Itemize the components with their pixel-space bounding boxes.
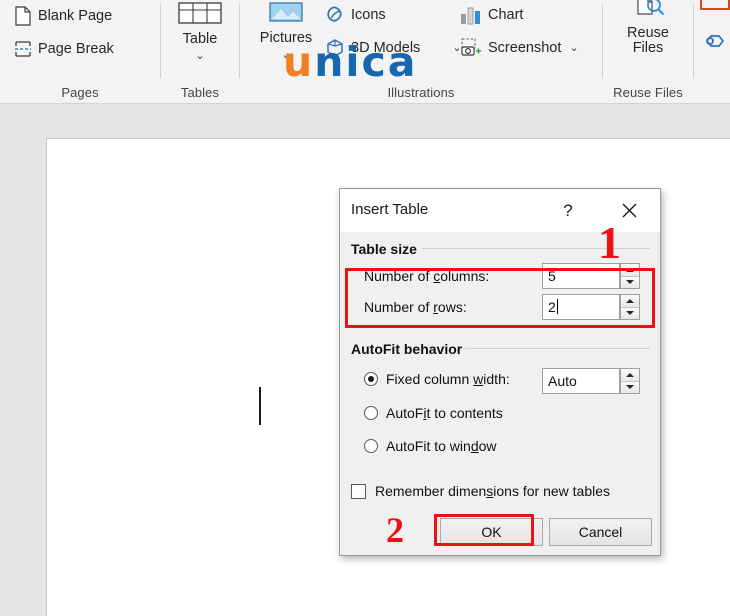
insert-table-dialog: Insert Table ? Table size Number of colu…	[339, 188, 661, 556]
dialog-title-bar: Insert Table ?	[340, 189, 660, 232]
close-icon[interactable]	[615, 198, 643, 224]
pictures-icon	[269, 2, 303, 24]
radio-button-icon[interactable]	[364, 406, 378, 420]
screenshot-icon	[460, 38, 482, 58]
ribbon-button-3d-models[interactable]: 3D Models ⌄	[325, 38, 462, 58]
ribbon-separator	[693, 4, 694, 78]
rows-value: 2	[548, 299, 556, 315]
triangle-down-icon	[626, 280, 634, 285]
blank-page-icon	[14, 6, 32, 26]
ribbon-button-reuse-files-line1: Reuse	[627, 25, 669, 41]
columns-label: Number of columns:	[364, 268, 490, 284]
triangle-up-icon	[626, 372, 634, 377]
partial-ribbon-icon-top[interactable]	[700, 0, 730, 10]
partial-smartart-icon[interactable]	[702, 28, 728, 59]
ribbon-button-chart-label: Chart	[488, 7, 524, 23]
ribbon-group-label-tables: Tables	[180, 85, 220, 100]
chart-icon	[460, 5, 482, 25]
ribbon-button-pictures[interactable]: Pictures ⌄	[244, 2, 328, 62]
number-of-columns-input[interactable]: 5	[542, 263, 620, 289]
columns-value: 5	[548, 268, 556, 284]
ribbon-button-reuse-files-line2: Files	[632, 40, 664, 56]
ribbon-button-pictures-label: Pictures	[259, 30, 313, 46]
ribbon-group-illustrations: Pictures ⌄ Icons 3D Models ⌄ Chart Scree…	[240, 0, 602, 104]
ribbon-group-tables: Table ⌄ Tables	[161, 0, 239, 104]
width-spinner-up[interactable]	[621, 369, 639, 382]
ok-button[interactable]: OK	[440, 518, 543, 546]
ribbon-button-table-label: Table	[182, 31, 218, 47]
ribbon-button-reuse-files[interactable]: Reuse Files	[603, 0, 693, 56]
fixed-column-width-value: Auto	[548, 373, 577, 389]
chevron-down-icon[interactable]: ⌄	[195, 51, 204, 62]
radio-button-icon[interactable]	[364, 439, 378, 453]
document-text-cursor	[259, 387, 261, 425]
table-grid-icon	[178, 2, 222, 24]
ribbon-toolbar: Blank Page Page Break Pages Table ⌄ Tabl…	[0, 0, 730, 104]
section-divider	[465, 348, 650, 349]
columns-spinner[interactable]	[620, 263, 640, 289]
table-size-heading: Table size	[351, 241, 417, 257]
page-break-icon	[14, 40, 32, 58]
radio-autofit-to-contents[interactable]: AutoFit to contents	[364, 405, 503, 421]
chevron-down-icon[interactable]: ⌄	[569, 43, 578, 54]
ribbon-button-blank-page[interactable]: Blank Page	[14, 6, 112, 26]
columns-spinner-up[interactable]	[621, 264, 639, 277]
ribbon-group-label-reuse-files: Reuse Files	[613, 85, 683, 100]
ribbon-button-page-break[interactable]: Page Break	[14, 40, 114, 58]
ribbon-button-3d-models-label: 3D Models	[351, 40, 421, 56]
3d-models-icon	[325, 38, 345, 58]
ribbon-button-icons[interactable]: Icons	[325, 5, 386, 25]
autofit-heading: AutoFit behavior	[351, 341, 463, 357]
chevron-down-icon[interactable]: ⌄	[281, 50, 290, 61]
cancel-button[interactable]: Cancel	[549, 518, 652, 546]
rows-spinner-down[interactable]	[621, 307, 639, 319]
triangle-down-icon	[626, 385, 634, 390]
radio-autofit-to-window-label: AutoFit to window	[386, 438, 497, 454]
fixed-column-width-input[interactable]: Auto	[542, 368, 620, 394]
ribbon-button-table[interactable]: Table ⌄	[161, 2, 239, 63]
rows-spinner-up[interactable]	[621, 295, 639, 308]
fixed-column-width-spinner[interactable]	[620, 368, 640, 394]
width-spinner-down[interactable]	[621, 381, 639, 393]
section-divider	[422, 248, 650, 249]
triangle-up-icon	[626, 298, 634, 303]
remember-dimensions-checkbox-row[interactable]: Remember dimensions for new tables	[351, 483, 610, 499]
ribbon-button-page-break-label: Page Break	[38, 41, 114, 57]
input-text-cursor	[556, 299, 558, 314]
reuse-files-icon	[630, 0, 666, 20]
help-icon[interactable]: ?	[555, 198, 581, 224]
columns-spinner-down[interactable]	[621, 276, 639, 288]
radio-button-icon[interactable]	[364, 372, 378, 386]
ribbon-group-label-pages: Pages	[61, 85, 99, 100]
rows-label: Number of rows:	[364, 299, 467, 315]
ribbon-button-icons-label: Icons	[351, 7, 386, 23]
dialog-title: Insert Table	[351, 201, 429, 218]
ribbon-group-pages: Blank Page Page Break Pages	[0, 0, 160, 104]
triangle-down-icon	[626, 311, 634, 316]
triangle-up-icon	[626, 267, 634, 272]
radio-fixed-column-width[interactable]: Fixed column width:	[364, 371, 510, 387]
ribbon-button-screenshot[interactable]: Screenshot ⌄	[460, 38, 579, 58]
number-of-rows-input[interactable]: 2	[542, 294, 620, 320]
radio-fixed-column-width-label: Fixed column width:	[386, 371, 510, 387]
ribbon-button-blank-page-label: Blank Page	[38, 8, 113, 24]
radio-autofit-to-contents-label: AutoFit to contents	[386, 405, 503, 421]
remember-dimensions-label: Remember dimensions for new tables	[375, 483, 610, 499]
ribbon-button-screenshot-label: Screenshot	[488, 40, 562, 56]
rows-spinner[interactable]	[620, 294, 640, 320]
ribbon-button-chart[interactable]: Chart	[460, 5, 523, 25]
ribbon-group-reuse-files: Reuse Files Reuse Files	[603, 0, 693, 104]
ribbon-group-label-illustrations: Illustrations	[387, 85, 455, 100]
radio-autofit-to-window[interactable]: AutoFit to window	[364, 438, 497, 454]
checkbox-icon[interactable]	[351, 483, 366, 499]
icons-icon	[325, 5, 345, 25]
